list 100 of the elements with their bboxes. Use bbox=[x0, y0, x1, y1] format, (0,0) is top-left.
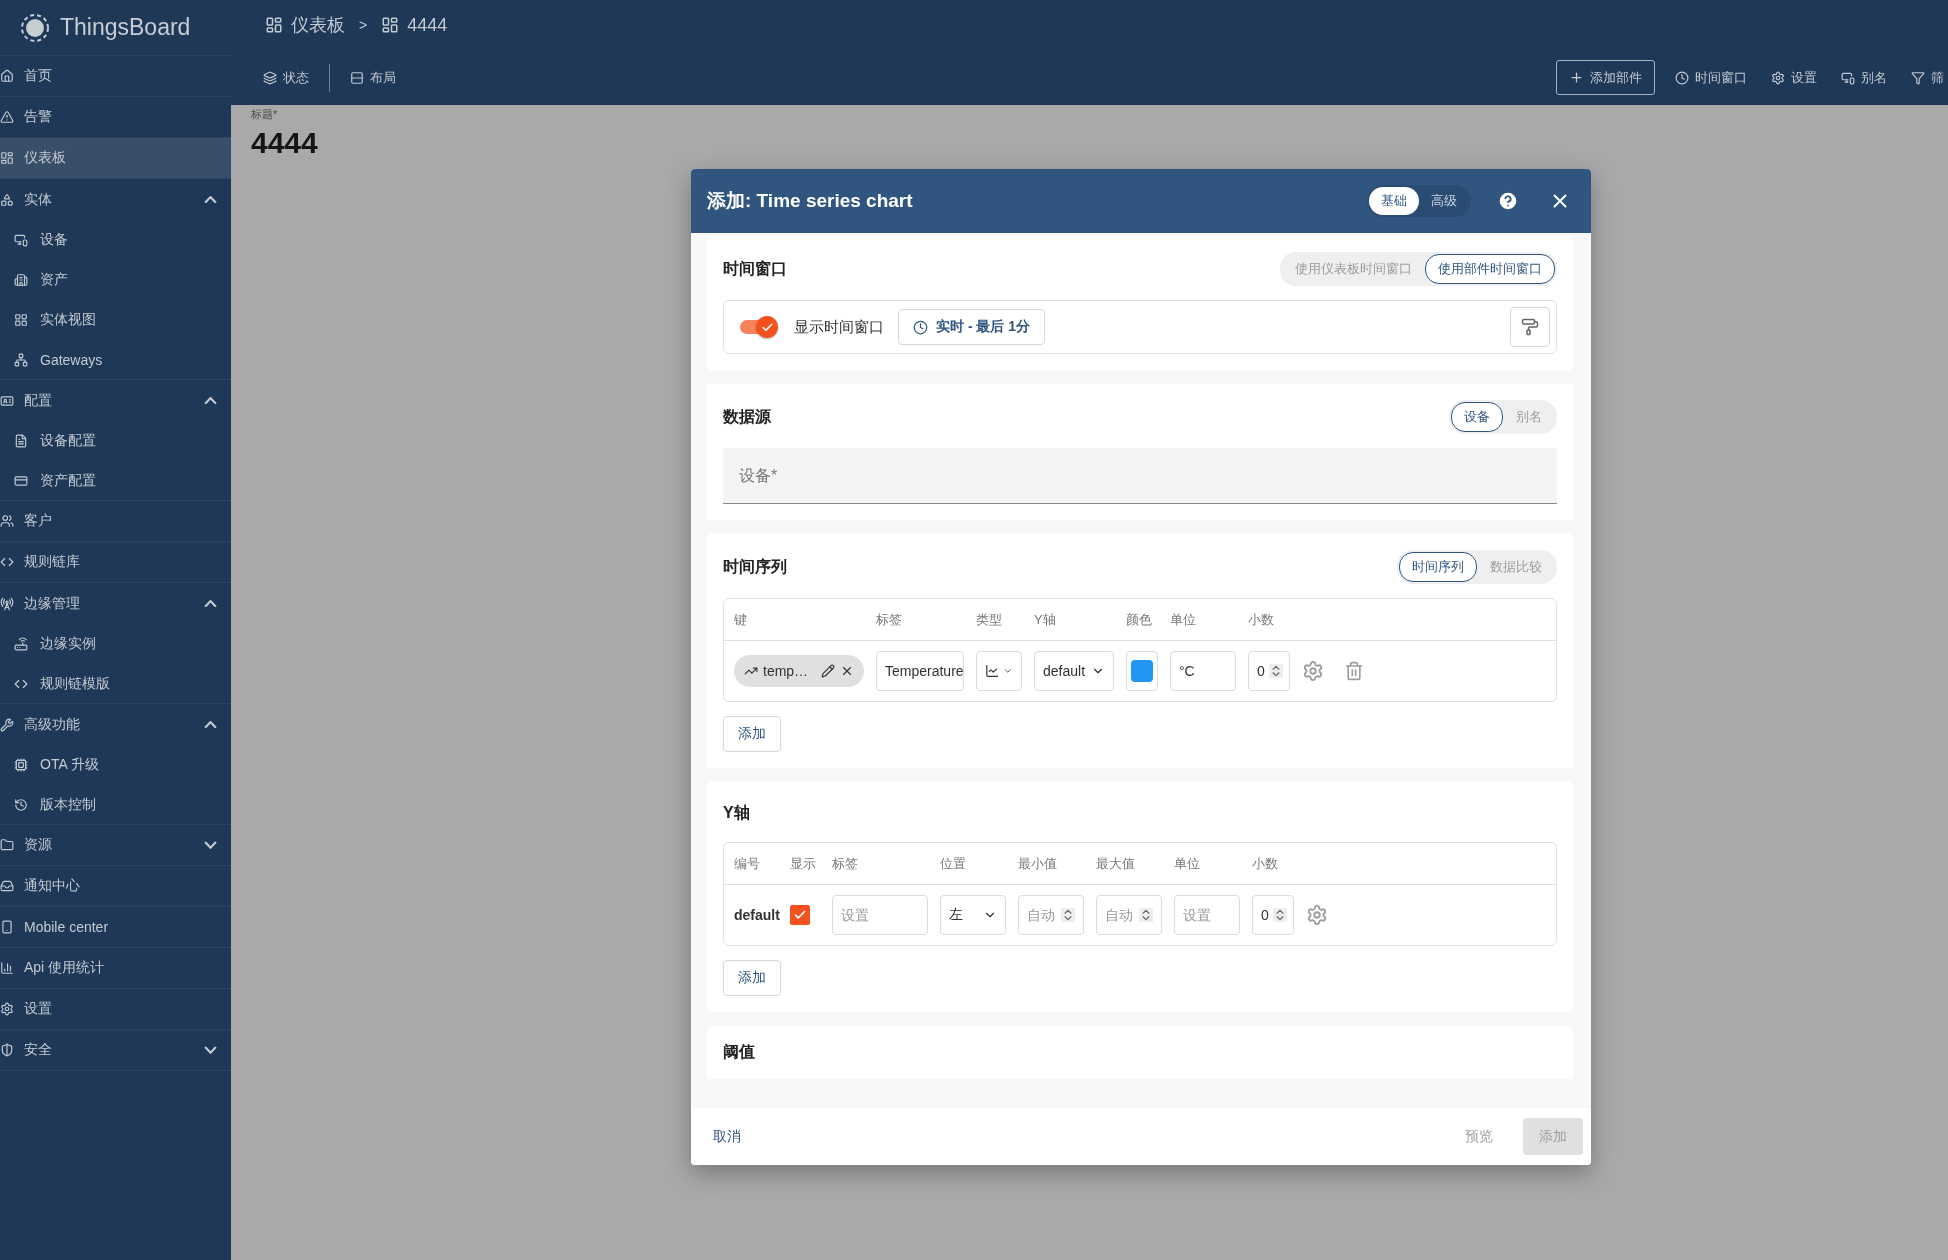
segment-option[interactable]: 时间序列 bbox=[1399, 552, 1477, 582]
sidebar-item[interactable]: Api 使用统计 bbox=[0, 948, 231, 989]
sidebar-item[interactable]: 高级功能 bbox=[0, 704, 231, 745]
clock-icon bbox=[1675, 70, 1689, 85]
close-icon[interactable] bbox=[840, 664, 854, 678]
toolbar-button[interactable]: 时间窗口 bbox=[1671, 68, 1751, 87]
sidebar-item[interactable]: 实体 bbox=[0, 179, 231, 220]
device-field[interactable]: 设备* bbox=[723, 448, 1557, 504]
breadcrumb-link[interactable]: 4444 bbox=[381, 14, 448, 36]
sidebar-item[interactable]: 边缘管理 bbox=[0, 583, 231, 624]
decimals-input[interactable]: 0 bbox=[1248, 651, 1290, 691]
sidebar-subitem[interactable]: 实体视图 bbox=[0, 300, 231, 340]
sidebar-subitem[interactable]: 资产配置 bbox=[0, 461, 231, 501]
stepper-icon[interactable] bbox=[1272, 908, 1287, 922]
axis-id: default bbox=[734, 907, 778, 923]
segment-option[interactable]: 使用部件时间窗口 bbox=[1425, 254, 1555, 284]
column-header: 小数 bbox=[1252, 854, 1279, 873]
sidebar-subitem[interactable]: 资产 bbox=[0, 260, 231, 300]
settings-icon bbox=[1771, 70, 1785, 85]
toolbar-button[interactable]: 筛 bbox=[1907, 68, 1948, 87]
grid-icon bbox=[14, 313, 28, 327]
line-chart-icon bbox=[985, 662, 1000, 680]
sidebar-item[interactable]: 客户 bbox=[0, 501, 231, 542]
sidebar-item[interactable]: Mobile center bbox=[0, 907, 231, 948]
position-select[interactable]: 左 bbox=[940, 895, 1006, 935]
sidebar-item[interactable]: 规则链库 bbox=[0, 542, 231, 583]
check-icon bbox=[793, 908, 807, 922]
breadcrumb-link[interactable]: 仪表板 bbox=[265, 13, 345, 37]
axis-select[interactable]: default bbox=[1034, 651, 1114, 691]
key-chip[interactable]: temp… bbox=[734, 655, 864, 687]
breadcrumb-separator: > bbox=[359, 17, 368, 33]
paint-roller-icon[interactable] bbox=[1510, 307, 1550, 347]
building-icon bbox=[14, 273, 28, 287]
add-button[interactable]: 添加 bbox=[723, 960, 781, 996]
unit-input[interactable]: 设置 bbox=[1174, 895, 1240, 935]
column-header: 最小值 bbox=[1018, 854, 1058, 873]
column-header: 标签 bbox=[832, 854, 859, 873]
column-header: 颜色 bbox=[1126, 610, 1153, 629]
label-input[interactable]: 设置 bbox=[832, 895, 928, 935]
chart-type-select[interactable] bbox=[976, 651, 1022, 691]
toolbar-button[interactable]: 状态 bbox=[259, 68, 313, 87]
segment-option[interactable]: 设备 bbox=[1451, 402, 1503, 432]
dashboard-icon bbox=[381, 16, 400, 34]
unit-input[interactable]: °C bbox=[1170, 651, 1236, 691]
segment-option[interactable]: 高级 bbox=[1419, 187, 1469, 215]
column-header: 位置 bbox=[940, 854, 967, 873]
settings-icon[interactable] bbox=[1302, 660, 1324, 682]
inbox-icon bbox=[0, 879, 14, 893]
label-input[interactable]: Temperature bbox=[876, 651, 964, 691]
network-icon bbox=[14, 352, 28, 367]
toolbar-button[interactable]: 布局 bbox=[346, 68, 400, 87]
chevron-up-icon bbox=[204, 720, 217, 729]
sidebar-item[interactable]: 仪表板 bbox=[0, 138, 231, 179]
filter-icon bbox=[1911, 70, 1925, 85]
column-header: 单位 bbox=[1174, 854, 1201, 873]
dashboard-icon bbox=[265, 16, 283, 34]
toolbar-button[interactable]: 设置 bbox=[1767, 68, 1821, 87]
sidebar-subitem[interactable]: 设备 bbox=[0, 220, 231, 260]
section-title: 时间窗口 bbox=[723, 258, 787, 279]
segment-option[interactable]: 基础 bbox=[1369, 187, 1419, 215]
stepper-icon[interactable] bbox=[1268, 664, 1283, 678]
sidebar-subitem[interactable]: 版本控制 bbox=[0, 785, 231, 825]
sidebar-item[interactable]: 配置 bbox=[0, 380, 231, 421]
min-input[interactable]: 自动 bbox=[1027, 907, 1057, 923]
settings-icon[interactable] bbox=[1306, 904, 1328, 926]
chevron-down-icon bbox=[204, 841, 217, 849]
column-header: 标签 bbox=[876, 610, 903, 629]
cancel-link[interactable]: 取消 bbox=[705, 1121, 749, 1152]
sidebar-subitem[interactable]: Gateways bbox=[0, 340, 231, 380]
chevron-up-icon bbox=[204, 396, 217, 405]
check-icon bbox=[760, 320, 774, 334]
stepper-icon[interactable] bbox=[1061, 908, 1075, 922]
toolbar-button[interactable]: 别名 bbox=[1837, 68, 1891, 87]
column-header: 编号 bbox=[734, 854, 761, 873]
sidebar-subitem[interactable]: 设备配置 bbox=[0, 421, 231, 461]
warning-icon bbox=[0, 110, 14, 124]
color-picker[interactable] bbox=[1126, 651, 1158, 691]
pencil-icon[interactable] bbox=[821, 664, 835, 678]
sidebar-item[interactable]: 安全 bbox=[0, 1030, 231, 1071]
time-interval-button[interactable]: 实时 - 最后 1分 bbox=[898, 309, 1046, 345]
sidebar-item[interactable]: 通知中心 bbox=[0, 866, 231, 907]
add-button[interactable]: 添加 bbox=[723, 716, 781, 752]
column-header: 显示 bbox=[790, 854, 817, 873]
layers-icon bbox=[263, 70, 277, 85]
card-icon bbox=[14, 473, 28, 488]
sidebar-subitem[interactable]: 规则链模版 bbox=[0, 664, 231, 704]
decimals-input[interactable]: 0 bbox=[1252, 895, 1294, 935]
sidebar-subitem[interactable]: 边缘实例 bbox=[0, 624, 231, 664]
rows-icon bbox=[350, 70, 364, 85]
section-title: Y轴 bbox=[723, 802, 750, 823]
phone-icon bbox=[0, 920, 14, 934]
checkbox[interactable] bbox=[790, 905, 810, 925]
add-widget-button[interactable]: 添加部件 bbox=[1556, 60, 1655, 95]
sidebar-item[interactable]: 资源 bbox=[0, 825, 231, 866]
stepper-icon[interactable] bbox=[1139, 908, 1153, 922]
max-input[interactable]: 自动 bbox=[1105, 907, 1135, 923]
history-icon bbox=[14, 797, 28, 812]
sidebar-subitem[interactable]: OTA 升级 bbox=[0, 745, 231, 785]
trash-icon[interactable] bbox=[1344, 661, 1364, 681]
sidebar-item[interactable]: 设置 bbox=[0, 989, 231, 1030]
